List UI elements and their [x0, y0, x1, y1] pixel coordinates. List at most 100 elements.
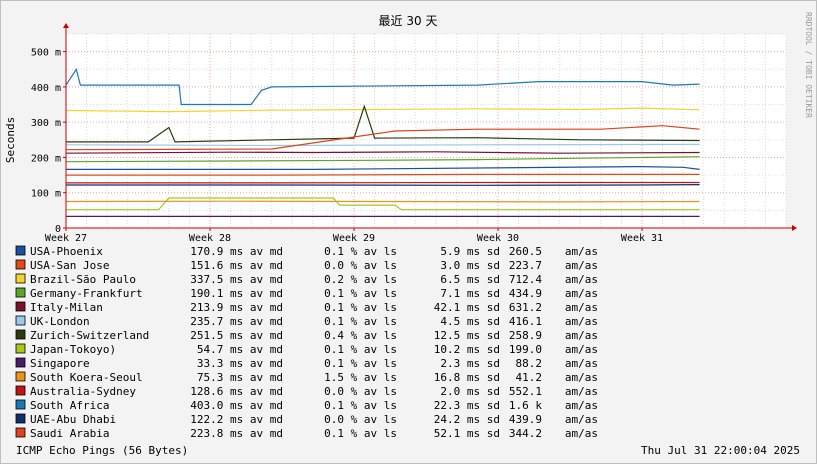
legend-sd: 7.1 ms sd [440, 287, 500, 300]
legend-avg: 213.9 ms av md [190, 301, 283, 314]
legend-unit: am/as [565, 273, 598, 286]
legend-swatch [15, 259, 26, 270]
legend-ratio: 88.2 [516, 357, 543, 370]
legend-ratio: 199.0 [509, 343, 542, 356]
legend-loss: 0.1 % av ls [324, 343, 397, 356]
legend-swatch [15, 427, 26, 438]
legend-swatch [15, 413, 26, 424]
legend-sd: 52.1 ms sd [434, 427, 500, 440]
legend-unit: am/as [565, 427, 598, 440]
x-tick-label: Week 30 [477, 233, 519, 244]
legend-sd: 4.5 ms sd [440, 315, 500, 328]
legend-swatch [15, 371, 26, 382]
legend-ratio: 552.1 [509, 385, 542, 398]
legend-loss: 0.1 % av ls [324, 315, 397, 328]
legend-ratio: 260.5 [509, 245, 542, 258]
footer-description: ICMP Echo Pings (56 Bytes) [16, 444, 188, 457]
legend-unit: am/as [565, 329, 598, 342]
legend-ratio: 223.7 [509, 259, 542, 272]
legend-ratio: 258.9 [509, 329, 542, 342]
legend-loss: 0.1 % av ls [324, 399, 397, 412]
legend-avg: 128.6 ms av md [190, 385, 283, 398]
legend-unit: am/as [565, 343, 598, 356]
legend: USA-Phoenix 170.9 ms av md 0.1 % av ls 5.9 … [15, 245, 598, 440]
legend-avg: 251.5 ms av md [190, 329, 283, 342]
legend-avg: 170.9 ms av md [190, 245, 283, 258]
legend-unit: am/as [565, 413, 598, 426]
legend-unit: am/as [565, 399, 598, 412]
legend-name: South Koera-Seoul [30, 371, 143, 384]
legend-name: South Africa [30, 399, 109, 412]
legend-loss: 0.0 % av ls [324, 413, 397, 426]
legend-unit: am/as [565, 245, 598, 258]
legend-avg: 337.5 ms av md [190, 273, 283, 286]
legend-swatch [15, 399, 26, 410]
legend-loss: 0.1 % av ls [324, 245, 397, 258]
legend-swatch [15, 357, 26, 368]
y-tick-label: 400 m [31, 83, 61, 94]
legend-ratio: 434.9 [509, 287, 542, 300]
legend-name: USA-San Jose [30, 259, 109, 272]
legend-sd: 24.2 ms sd [434, 413, 500, 426]
legend-name: Italy-Milan [30, 301, 103, 314]
legend-loss: 0.4 % av ls [324, 329, 397, 342]
legend-ratio: 1.6 k [509, 399, 542, 412]
legend-swatch [15, 301, 26, 312]
y-tick-label: 500 m [31, 48, 61, 59]
legend-loss: 0.1 % av ls [324, 427, 397, 440]
x-tick-label: Week 27 [45, 233, 87, 244]
grid-layer [65, 33, 787, 229]
legend-loss: 0.1 % av ls [324, 301, 397, 314]
legend-loss: 0.2 % av ls [324, 273, 397, 286]
legend-sd: 3.0 ms sd [440, 259, 500, 272]
legend-unit: am/as [565, 287, 598, 300]
legend-unit: am/as [565, 315, 598, 328]
series-line-9 [65, 200, 700, 203]
ping-chart: Week 27 Week 28 Week 29 Week 30 Week 31 0 100 … [4, 12, 813, 457]
legend-swatch [15, 273, 26, 284]
legend-swatch [15, 343, 26, 354]
legend-ratio: 41.2 [516, 371, 543, 384]
legend-sd: 5.9 ms sd [440, 245, 500, 258]
legend-name: UAE-Abu Dhabi [30, 413, 116, 426]
legend-avg: 33.3 ms av md [197, 357, 283, 370]
x-tick-label: Week 29 [333, 233, 375, 244]
legend-unit: am/as [565, 259, 598, 272]
legend-name: Zurich-Switzerland [30, 329, 149, 342]
legend-ratio: 344.2 [509, 427, 542, 440]
legend-name: Brazil-São Paulo [30, 273, 136, 286]
legend-name: Japan-Tokoyo) [30, 343, 116, 356]
legend-ratio: 439.9 [509, 413, 542, 426]
rrdtool-credit: RRDTOOL / TOBI OETIKER [804, 12, 813, 118]
legend-swatch [15, 329, 26, 340]
series-line-12 [66, 184, 700, 186]
legend-avg: 75.3 ms av md [197, 371, 283, 384]
y-tick-label: 200 m [31, 153, 61, 164]
legend-swatch [15, 245, 26, 256]
legend-loss: 0.0 % av ls [324, 259, 397, 272]
legend-loss: 0.0 % av ls [324, 385, 397, 398]
legend-avg: 151.6 ms av md [190, 259, 283, 272]
legend-avg: 223.8 ms av md [190, 427, 283, 440]
y-tick-label: 300 m [31, 118, 61, 129]
legend-name: Saudi Arabia [30, 427, 109, 440]
legend-loss: 0.1 % av ls [324, 357, 397, 370]
legend-name: Singapore [30, 357, 90, 370]
legend-swatch [15, 287, 26, 298]
chart-title: 最近 30 天 [379, 14, 438, 28]
legend-avg: 54.7 ms av md [197, 343, 283, 356]
legend-swatch [15, 385, 26, 396]
legend-swatch [15, 315, 26, 326]
legend-avg: 122.2 ms av md [190, 413, 283, 426]
legend-sd: 2.0 ms sd [440, 385, 500, 398]
y-tick-label: 100 m [31, 189, 61, 200]
legend-sd: 42.1 ms sd [434, 301, 500, 314]
legend-unit: am/as [565, 385, 598, 398]
legend-unit: am/as [565, 301, 598, 314]
legend-avg: 403.0 ms av md [190, 399, 283, 412]
legend-name: Germany-Frankfurt [30, 287, 143, 300]
y-tick-label: 0 [55, 224, 61, 235]
y-axis-label: Seconds [4, 117, 17, 163]
x-axis-arrow [792, 225, 797, 231]
legend-name: UK-London [30, 315, 90, 328]
